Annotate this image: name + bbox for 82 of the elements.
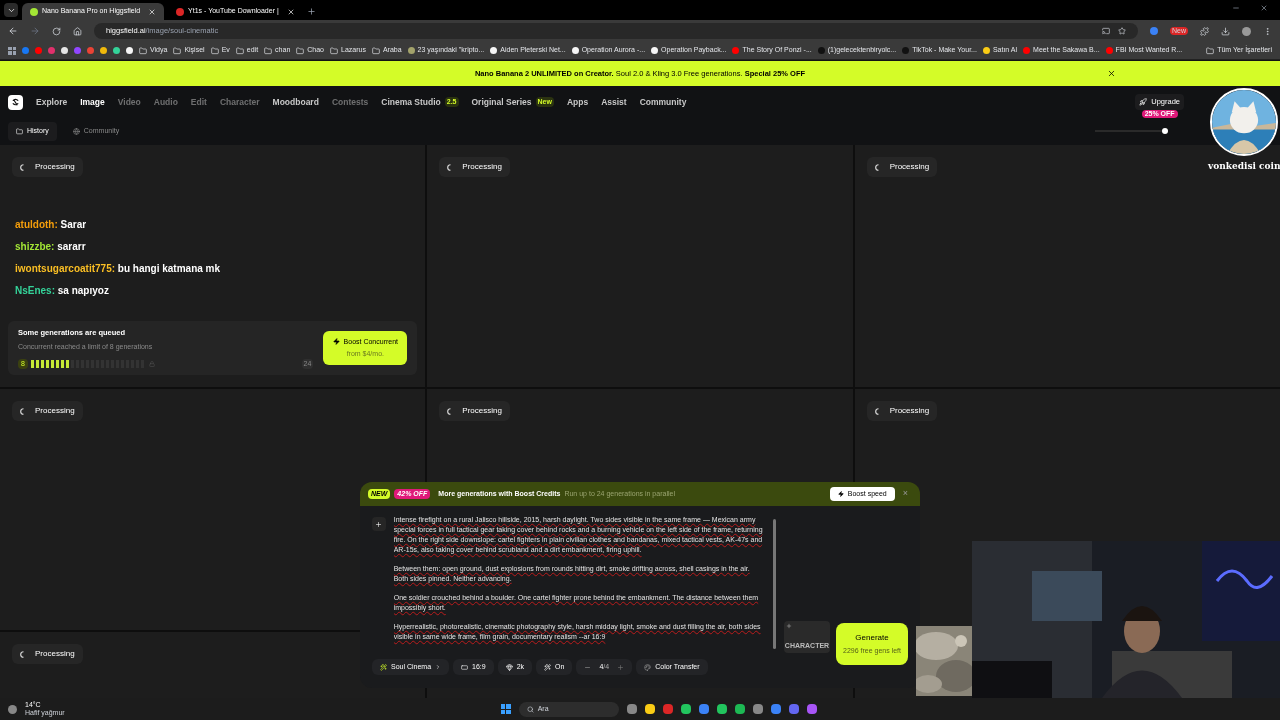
nav-item[interactable]: Assist xyxy=(601,95,627,109)
avatar-caption: vonkedisi coin xyxy=(1208,160,1280,173)
folder-icon xyxy=(371,46,380,55)
close-button[interactable]: × xyxy=(902,487,908,501)
app-icon[interactable] xyxy=(680,704,691,714)
status-label: Processing xyxy=(866,401,938,421)
apps-icon[interactable] xyxy=(8,46,16,55)
rocket-icon xyxy=(1139,98,1148,106)
start-icon[interactable] xyxy=(500,704,511,714)
ratio-icon xyxy=(461,663,469,671)
spinner-icon xyxy=(874,163,882,171)
spinner-icon xyxy=(20,650,27,658)
lock-icon xyxy=(148,360,155,367)
chat-message: atuldoth: Sarar xyxy=(15,218,88,232)
chat-message: shizzbe: sararr xyxy=(15,240,87,254)
status-label: Processing xyxy=(866,157,938,177)
gem-icon xyxy=(505,663,513,671)
globe-icon xyxy=(72,128,80,135)
chevron-right-icon xyxy=(435,664,442,670)
close-window-icon[interactable] xyxy=(1260,4,1268,12)
close-icon[interactable] xyxy=(286,7,295,16)
bolt-icon xyxy=(837,491,844,497)
site-icon[interactable] xyxy=(113,47,120,54)
app-icon[interactable] xyxy=(644,704,655,714)
tab-list-button[interactable] xyxy=(4,3,18,17)
status-label: Processing xyxy=(12,157,83,177)
plus-icon xyxy=(786,623,792,629)
app-icon[interactable] xyxy=(752,704,763,714)
site-icon[interactable] xyxy=(61,47,68,54)
nav-item[interactable]: Moodboard xyxy=(272,95,319,109)
profile-icon[interactable] xyxy=(1242,26,1251,36)
spinner-icon xyxy=(20,163,27,171)
nav-item[interactable]: Community xyxy=(639,95,687,109)
home-icon[interactable] xyxy=(73,26,82,36)
nav-item[interactable]: Explore xyxy=(36,95,68,109)
wand-icon xyxy=(380,663,387,671)
nav-item[interactable]: Image xyxy=(80,95,105,109)
reload-icon[interactable] xyxy=(52,26,61,36)
wand-icon xyxy=(544,663,552,671)
folder-icon xyxy=(173,46,182,55)
close-icon[interactable] xyxy=(1107,69,1116,78)
palette-icon xyxy=(644,663,652,671)
status-label: Processing xyxy=(439,157,510,177)
folder-icon xyxy=(235,46,244,55)
slider-thumb[interactable] xyxy=(1162,128,1168,134)
search-icon xyxy=(526,705,534,713)
app-icon[interactable] xyxy=(698,704,709,714)
folder-icon xyxy=(264,46,273,55)
app-icon[interactable] xyxy=(716,704,727,714)
folder-icon xyxy=(330,46,338,55)
back-icon[interactable] xyxy=(8,26,18,36)
folder-icon xyxy=(1206,46,1215,55)
site-icon[interactable] xyxy=(100,47,107,54)
download-icon[interactable] xyxy=(1221,26,1230,36)
folder-icon xyxy=(296,46,305,55)
folder-icon xyxy=(139,46,147,55)
site-icon[interactable] xyxy=(126,47,133,54)
status-label: Processing xyxy=(12,644,83,664)
spinner-icon xyxy=(20,407,27,415)
chat-message: iwontsugarcoatit775: bu hangi katmana mk xyxy=(15,262,222,276)
folder-icon xyxy=(16,128,23,135)
folder-icon xyxy=(210,46,219,55)
plus-icon xyxy=(375,520,383,528)
app-icon[interactable] xyxy=(770,704,781,714)
new-tab-icon[interactable] xyxy=(306,7,316,16)
close-icon[interactable] xyxy=(148,7,157,16)
add-button[interactable] xyxy=(372,517,386,531)
scrollbar[interactable] xyxy=(773,519,776,649)
spinner-icon xyxy=(874,407,882,415)
logo-icon[interactable] xyxy=(8,94,23,110)
menu-icon[interactable] xyxy=(1263,26,1272,36)
chat-message: NsEnes: sa napıyoz xyxy=(15,284,110,298)
bolt-icon xyxy=(332,338,340,346)
status-label: Processing xyxy=(439,401,510,421)
app-icon[interactable] xyxy=(734,704,745,714)
status-label: Processing xyxy=(12,401,83,421)
cast-icon[interactable] xyxy=(1102,27,1110,35)
app-icon[interactable] xyxy=(626,704,637,714)
bookmark-star-icon[interactable] xyxy=(1118,27,1126,35)
nav-item[interactable]: Apps xyxy=(566,95,589,109)
extension-icon[interactable] xyxy=(1150,27,1158,35)
extensions-icon[interactable] xyxy=(1200,26,1209,36)
